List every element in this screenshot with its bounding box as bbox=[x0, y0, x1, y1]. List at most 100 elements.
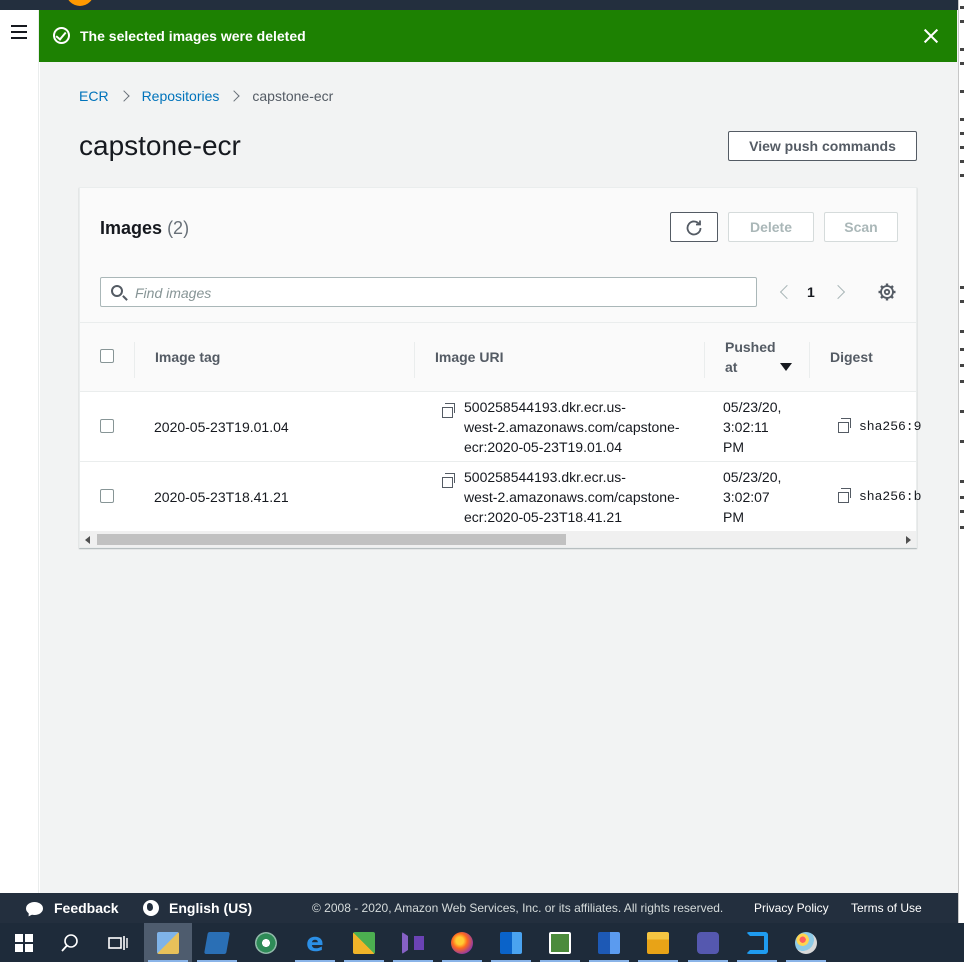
remote-desktop-icon[interactable] bbox=[144, 923, 192, 962]
pushed-at-line: 05/23/20, bbox=[723, 399, 782, 415]
image-uri-line: ecr:2020-05-23T18.41.21 bbox=[464, 509, 622, 525]
paint-icon[interactable] bbox=[782, 923, 830, 962]
feedback-label: Feedback bbox=[54, 900, 119, 916]
image-uri-line: ecr:2020-05-23T19.01.04 bbox=[464, 439, 622, 455]
column-header-pushed-at-2[interactable]: at bbox=[725, 359, 737, 375]
pushed-at: 05/23/20, 3:02:07 PM bbox=[723, 467, 781, 527]
image-uri-line: 500258544193.dkr.ecr.us- bbox=[464, 469, 626, 485]
find-images-search bbox=[100, 277, 757, 307]
globe-icon bbox=[143, 900, 159, 916]
background-terminal-window bbox=[958, 0, 964, 925]
pushed-at-line: 05/23/20, bbox=[723, 469, 782, 485]
edge-icon[interactable]: e bbox=[291, 923, 339, 962]
image-uri-line: 500258544193.dkr.ecr.us- bbox=[464, 399, 626, 415]
search-icon bbox=[111, 285, 123, 297]
powershell-icon[interactable] bbox=[193, 923, 241, 962]
refresh-icon bbox=[686, 220, 702, 236]
column-divider bbox=[809, 342, 810, 378]
language-label: English (US) bbox=[169, 900, 253, 916]
chrome-like-icon[interactable] bbox=[242, 923, 290, 962]
teams-icon[interactable] bbox=[684, 923, 732, 962]
scroll-right-arrow-icon[interactable] bbox=[906, 536, 911, 544]
breadcrumb-repositories[interactable]: Repositories bbox=[142, 88, 220, 104]
delete-button[interactable]: Delete bbox=[728, 212, 814, 242]
copy-icon[interactable] bbox=[442, 403, 455, 418]
column-header-digest[interactable]: Digest bbox=[830, 349, 873, 365]
view-push-commands-button[interactable]: View push commands bbox=[728, 131, 917, 161]
terms-of-use-link[interactable]: Terms of Use bbox=[851, 901, 922, 915]
visual-studio-icon[interactable] bbox=[389, 923, 437, 962]
breadcrumb-current: capstone-ecr bbox=[252, 88, 334, 104]
image-tag: 2020-05-23T18.41.21 bbox=[154, 489, 289, 505]
select-all-checkbox[interactable] bbox=[100, 349, 114, 363]
copy-icon[interactable] bbox=[442, 473, 455, 488]
firefox-icon[interactable] bbox=[438, 923, 486, 962]
speech-bubble-icon bbox=[26, 901, 43, 915]
aws-top-nav bbox=[0, 0, 958, 10]
column-divider bbox=[134, 342, 135, 378]
scrollbar-thumb[interactable] bbox=[97, 534, 566, 545]
copy-icon[interactable] bbox=[838, 418, 851, 433]
images-count: (2) bbox=[167, 218, 190, 238]
pushed-at: 05/23/20, 3:02:11 PM bbox=[723, 397, 781, 457]
current-page-number[interactable]: 1 bbox=[807, 284, 815, 300]
next-page-icon[interactable] bbox=[830, 284, 846, 300]
language-selector[interactable]: English (US) bbox=[143, 900, 252, 916]
column-header-pushed-at[interactable]: Pushed bbox=[725, 339, 776, 355]
image-uri: 500258544193.dkr.ecr.us- west-2.amazonaw… bbox=[464, 467, 680, 527]
pushed-at-line: 3:02:07 bbox=[723, 489, 770, 505]
previous-page-icon[interactable] bbox=[779, 284, 795, 300]
close-icon[interactable] bbox=[921, 26, 941, 46]
page-title: capstone-ecr bbox=[79, 130, 241, 161]
image-uri-line: west-2.amazonaws.com/capstone- bbox=[464, 419, 680, 435]
privacy-policy-link[interactable]: Privacy Policy bbox=[754, 901, 829, 915]
image-uri-line: west-2.amazonaws.com/capstone- bbox=[464, 489, 680, 505]
hamburger-menu-icon[interactable] bbox=[11, 25, 27, 39]
check-circle-icon bbox=[53, 27, 70, 44]
side-navigation-rail bbox=[0, 10, 39, 893]
console-footer: Feedback English (US) © 2008 - 2020, Ama… bbox=[0, 893, 958, 923]
column-header-image-uri[interactable]: Image URI bbox=[435, 349, 503, 365]
scan-button[interactable]: Scan bbox=[824, 212, 898, 242]
image-digest: sha256:b bbox=[859, 489, 922, 504]
project-icon[interactable] bbox=[536, 923, 584, 962]
breadcrumb: ECR Repositories capstone-ecr bbox=[79, 88, 333, 104]
images-panel: Images (2) Delete Scan 1 Image tag Image… bbox=[79, 187, 921, 548]
search-icon[interactable] bbox=[46, 923, 94, 962]
column-divider bbox=[414, 342, 415, 378]
file-explorer-icon[interactable] bbox=[634, 923, 682, 962]
flash-message: The selected images were deleted bbox=[80, 28, 306, 44]
images-panel-title: Images (2) bbox=[100, 218, 189, 239]
chevron-right-icon bbox=[117, 90, 130, 102]
pushed-at-line: 3:02:11 bbox=[723, 419, 769, 435]
task-view-icon[interactable] bbox=[94, 923, 142, 962]
pagination: 1 bbox=[773, 282, 853, 302]
horizontal-scrollbar[interactable] bbox=[80, 531, 916, 547]
images-title-text: Images bbox=[100, 218, 163, 238]
refresh-button[interactable] bbox=[670, 212, 718, 242]
search-input[interactable] bbox=[135, 283, 735, 303]
row-checkbox[interactable] bbox=[100, 419, 114, 433]
column-header-image-tag[interactable]: Image tag bbox=[155, 349, 220, 365]
feedback-button[interactable]: Feedback bbox=[26, 900, 119, 916]
pushed-at-line: PM bbox=[723, 509, 744, 525]
windows-start-icon[interactable] bbox=[0, 923, 48, 962]
settings-gear-icon[interactable] bbox=[878, 283, 896, 301]
copyright-text: © 2008 - 2020, Amazon Web Services, Inc.… bbox=[312, 901, 724, 915]
row-checkbox[interactable] bbox=[100, 489, 114, 503]
connector-icon[interactable] bbox=[340, 923, 388, 962]
image-tag: 2020-05-23T19.01.04 bbox=[154, 419, 289, 435]
outlook-icon[interactable] bbox=[487, 923, 535, 962]
image-digest: sha256:9 bbox=[859, 419, 922, 434]
vscode-icon[interactable] bbox=[733, 923, 781, 962]
breadcrumb-ecr[interactable]: ECR bbox=[79, 88, 109, 104]
image-uri: 500258544193.dkr.ecr.us- west-2.amazonaw… bbox=[464, 397, 680, 457]
copy-icon[interactable] bbox=[838, 488, 851, 503]
word-icon[interactable] bbox=[585, 923, 633, 962]
sort-descending-icon[interactable] bbox=[780, 363, 792, 371]
success-flash-banner: The selected images were deleted bbox=[39, 10, 957, 62]
windows-taskbar: e bbox=[0, 923, 964, 962]
aws-logo[interactable] bbox=[66, 0, 94, 6]
scroll-left-arrow-icon[interactable] bbox=[85, 536, 90, 544]
pushed-at-line: PM bbox=[723, 439, 744, 455]
